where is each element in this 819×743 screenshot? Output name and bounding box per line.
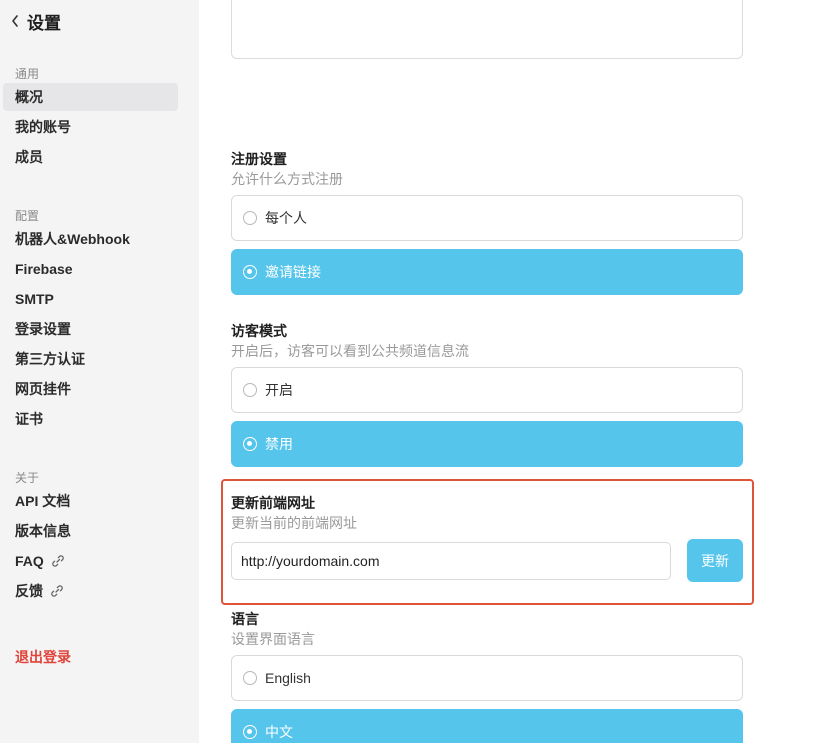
link-icon xyxy=(51,554,65,568)
sidebar-item-label: 登录设置 xyxy=(15,321,71,337)
registration-desc: 允许什么方式注册 xyxy=(231,171,343,187)
sidebar-item-overview[interactable]: 概况 xyxy=(3,83,178,111)
sidebar-item-members[interactable]: 成员 xyxy=(3,143,178,171)
section-label-general: 通用 xyxy=(15,67,40,81)
frontend-url-input[interactable] xyxy=(231,542,671,580)
sidebar-item-label: 证书 xyxy=(15,411,43,427)
sidebar-item-label: Firebase xyxy=(15,261,73,277)
sidebar-item-version-info[interactable]: 版本信息 xyxy=(3,517,178,545)
language-option-english[interactable]: English xyxy=(231,655,743,701)
registration-option-everyone[interactable]: 每个人 xyxy=(231,195,743,241)
option-label: 开启 xyxy=(265,382,293,398)
registration-option-invite-link[interactable]: 邀请链接 xyxy=(231,249,743,295)
sidebar-item-login-settings[interactable]: 登录设置 xyxy=(3,315,178,343)
sidebar-item-label: 版本信息 xyxy=(15,523,71,539)
radio-selected-icon xyxy=(243,265,257,279)
guest-mode-desc: 开启后，访客可以看到公共频道信息流 xyxy=(231,343,469,359)
logout-label: 退出登录 xyxy=(15,649,71,665)
frontend-url-title: 更新前端网址 xyxy=(231,495,315,511)
guest-mode-option-disable[interactable]: 禁用 xyxy=(231,421,743,467)
option-label: 每个人 xyxy=(265,210,307,226)
update-button[interactable]: 更新 xyxy=(687,539,743,582)
link-icon xyxy=(50,584,64,598)
sidebar-item-label: 概况 xyxy=(15,89,43,105)
sidebar-item-label: 我的账号 xyxy=(15,119,71,135)
radio-icon xyxy=(243,383,257,397)
radio-selected-icon xyxy=(243,725,257,739)
radio-icon xyxy=(243,671,257,685)
radio-selected-icon xyxy=(243,437,257,451)
settings-sidebar: 设置 通用 概况 我的账号 成员 配置 机器人&Webhook Firebase… xyxy=(0,0,199,743)
sidebar-title: 设置 xyxy=(27,13,61,33)
sidebar-item-label: API 文档 xyxy=(15,493,71,509)
chevron-left-icon[interactable] xyxy=(8,11,22,31)
language-title: 语言 xyxy=(231,611,259,627)
sidebar-item-label: SMTP xyxy=(15,291,54,307)
section-label-config: 配置 xyxy=(15,209,40,223)
sidebar-item-label: 成员 xyxy=(15,149,43,165)
frontend-url-desc: 更新当前的前端网址 xyxy=(231,515,357,531)
sidebar-item-label: 网页挂件 xyxy=(15,381,71,397)
sidebar-item-third-party-auth[interactable]: 第三方认证 xyxy=(3,345,178,373)
option-label: 中文 xyxy=(265,724,293,740)
language-desc: 设置界面语言 xyxy=(231,631,315,647)
option-label: English xyxy=(265,670,311,686)
logout-button[interactable]: 退出登录 xyxy=(3,643,178,671)
language-option-chinese[interactable]: 中文 xyxy=(231,709,743,743)
sidebar-item-web-widget[interactable]: 网页挂件 xyxy=(3,375,178,403)
sidebar-item-label: 第三方认证 xyxy=(15,351,85,367)
sidebar-item-smtp[interactable]: SMTP xyxy=(3,285,178,313)
sidebar-item-api-docs[interactable]: API 文档 xyxy=(3,487,178,515)
sidebar-item-faq[interactable]: FAQ xyxy=(3,547,178,575)
sidebar-item-bots-webhook[interactable]: 机器人&Webhook xyxy=(3,225,178,253)
settings-main: 注册设置 允许什么方式注册 每个人 邀请链接 访客模式 开启后，访客可以看到公共… xyxy=(199,0,819,743)
registration-title: 注册设置 xyxy=(231,151,287,167)
section-label-about: 关于 xyxy=(15,471,40,485)
sidebar-item-label: 机器人&Webhook xyxy=(15,231,130,247)
option-label: 禁用 xyxy=(265,436,293,452)
option-label: 邀请链接 xyxy=(265,264,321,280)
text-area[interactable] xyxy=(231,0,743,59)
sidebar-item-label: 反馈 xyxy=(15,583,43,599)
sidebar-item-label: FAQ xyxy=(15,553,44,569)
radio-icon xyxy=(243,211,257,225)
sidebar-item-firebase[interactable]: Firebase xyxy=(3,255,178,283)
sidebar-item-certificate[interactable]: 证书 xyxy=(3,405,178,433)
sidebar-item-feedback[interactable]: 反馈 xyxy=(3,577,178,605)
guest-mode-title: 访客模式 xyxy=(231,323,287,339)
guest-mode-option-enable[interactable]: 开启 xyxy=(231,367,743,413)
sidebar-item-my-account[interactable]: 我的账号 xyxy=(3,113,178,141)
sidebar-header: 设置 xyxy=(8,10,61,33)
